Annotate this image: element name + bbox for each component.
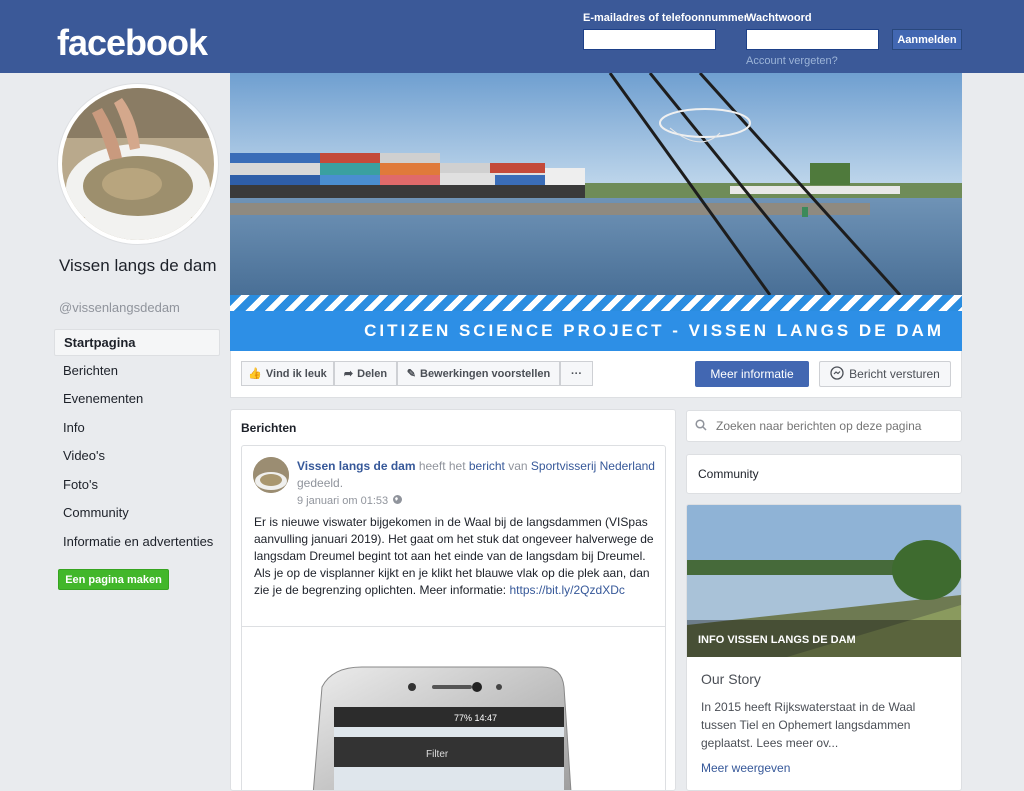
- nav-item-info-ads[interactable]: Informatie en advertenties: [54, 527, 220, 556]
- phone-illustration: 77% 14:47 Filter: [312, 666, 572, 790]
- posts-section: Berichten Vissen langs de dam heeft het …: [230, 409, 676, 791]
- page-handle[interactable]: @vissenlangsdedam: [59, 300, 180, 315]
- story-image-label: INFO VISSEN LANGS DE DAM: [698, 634, 856, 646]
- page-search-box[interactable]: [686, 410, 962, 442]
- share-button[interactable]: ➦ Delen: [334, 361, 397, 386]
- email-field[interactable]: [583, 29, 716, 50]
- suggest-edits-button[interactable]: ✎ Bewerkingen voorstellen: [397, 361, 560, 386]
- send-message-label: Bericht versturen: [849, 367, 940, 381]
- page-action-bar: 👍 Vind ik leuk ➦ Delen ✎ Bewerkingen voo…: [230, 351, 962, 398]
- story-more-link[interactable]: Meer weergeven: [701, 761, 790, 775]
- post-link[interactable]: https://bit.ly/2QzdXDc: [509, 583, 624, 597]
- story-image: INFO VISSEN LANGS DE DAM: [687, 505, 961, 657]
- source-page-link[interactable]: Sportvisserij Nederland: [531, 459, 655, 473]
- page-search-input[interactable]: [716, 419, 936, 433]
- nav-item-berichten[interactable]: Berichten: [54, 356, 220, 385]
- password-field[interactable]: [746, 29, 879, 50]
- post-shared-text-3: gedeeld.: [297, 476, 344, 490]
- post-body: Er is nieuwe viswater bijgekomen in de W…: [254, 514, 659, 599]
- phone-status-text: 77% 14:47: [454, 713, 497, 723]
- post-header: Vissen langs de dam heeft het bericht va…: [297, 458, 657, 492]
- share-label: Delen: [357, 367, 388, 380]
- post-card: Vissen langs de dam heeft het bericht va…: [241, 445, 666, 790]
- post-shared-text-1: heeft het: [415, 459, 469, 473]
- cover-photo[interactable]: CITIZEN SCIENCE PROJECT - VISSEN LANGS D…: [230, 73, 962, 351]
- nav-item-videos[interactable]: Video's: [54, 442, 220, 471]
- thumbs-up-icon: 👍: [248, 368, 262, 380]
- phone-filter-text: Filter: [426, 749, 449, 760]
- password-label: Wachtwoord: [746, 12, 812, 24]
- posts-title: Berichten: [241, 421, 297, 435]
- page-nav: Startpagina Berichten Evenementen Info V…: [54, 329, 220, 556]
- nav-item-info[interactable]: Info: [54, 413, 220, 442]
- pencil-icon: ✎: [406, 368, 416, 380]
- post-image[interactable]: 77% 14:47 Filter: [242, 626, 665, 790]
- cover-banner: CITIZEN SCIENCE PROJECT - VISSEN LANGS D…: [230, 311, 962, 351]
- nav-item-community[interactable]: Community: [54, 499, 220, 528]
- email-label: E-mailadres of telefoonnummer: [583, 12, 749, 24]
- login-button[interactable]: Aanmelden: [892, 29, 962, 50]
- messenger-icon: [830, 365, 844, 383]
- cover-image: [230, 73, 962, 297]
- post-timestamp[interactable]: 9 januari om 01:53: [297, 494, 403, 508]
- page-title: Vissen langs de dam: [59, 256, 217, 275]
- more-options-button[interactable]: ···: [560, 361, 593, 386]
- post-author-link[interactable]: Vissen langs de dam: [297, 459, 416, 473]
- post-shared-text-2: van: [504, 459, 531, 473]
- forgot-account-link[interactable]: Account vergeten?: [746, 55, 838, 67]
- story-title: Our Story: [701, 671, 761, 687]
- nav-item-startpagina[interactable]: Startpagina: [54, 329, 220, 356]
- nav-item-fotos[interactable]: Foto's: [54, 470, 220, 499]
- suggest-edits-label: Bewerkingen voorstellen: [420, 367, 551, 380]
- profile-photo-image: [62, 88, 214, 240]
- create-page-button[interactable]: Een pagina maken: [58, 569, 169, 590]
- like-button[interactable]: 👍 Vind ik leuk: [241, 361, 334, 386]
- our-story-card[interactable]: INFO VISSEN LANGS DE DAM Our Story In 20…: [686, 504, 962, 791]
- shared-post-link[interactable]: bericht: [469, 459, 505, 473]
- like-label: Vind ik leuk: [265, 367, 327, 380]
- cover-stripes: [230, 295, 962, 311]
- timestamp-text: 9 januari om 01:53: [297, 495, 389, 507]
- facebook-logo[interactable]: facebook: [57, 22, 208, 64]
- more-info-button[interactable]: Meer informatie: [695, 361, 809, 387]
- globe-icon: [392, 494, 403, 508]
- send-message-button[interactable]: Bericht versturen: [819, 361, 951, 387]
- story-text: In 2015 heeft Rijkswaterstaat in de Waal…: [701, 700, 916, 750]
- post-author-avatar[interactable]: [253, 457, 289, 493]
- search-icon: [695, 418, 707, 434]
- profile-picture[interactable]: [58, 84, 218, 244]
- nav-item-evenementen[interactable]: Evenementen: [54, 385, 220, 414]
- share-arrow-icon: ➦: [343, 368, 354, 380]
- top-bar: facebook E-mailadres of telefoonnummer W…: [0, 0, 1024, 73]
- community-card[interactable]: Community: [686, 454, 962, 494]
